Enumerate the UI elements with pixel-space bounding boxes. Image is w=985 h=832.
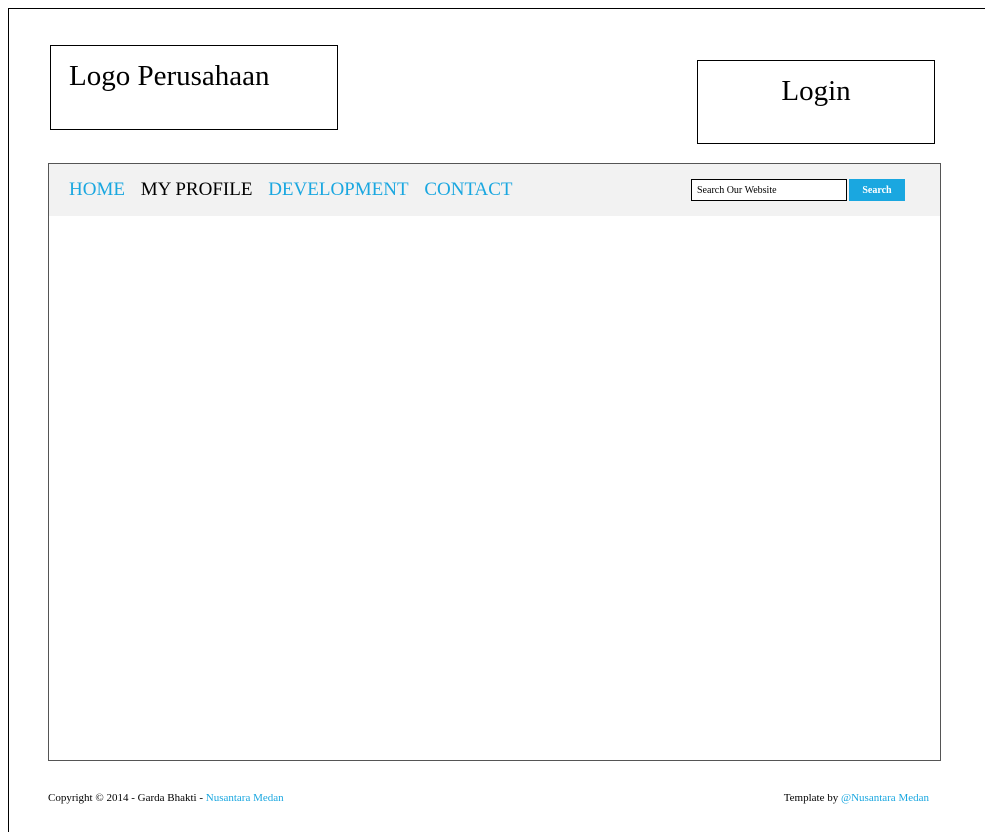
main-content-area bbox=[48, 216, 941, 761]
logo-text: Logo Perusahaan bbox=[69, 60, 270, 92]
nav-item-development[interactable]: DEVELOPMENT bbox=[268, 179, 408, 200]
company-logo[interactable]: Logo Perusahaan bbox=[50, 45, 338, 130]
footer-nusantara-link[interactable]: Nusantara Medan bbox=[206, 792, 284, 804]
footer-credit-text: Template by bbox=[783, 792, 841, 804]
search-input[interactable] bbox=[691, 179, 847, 201]
nav-item-home[interactable]: HOME bbox=[69, 179, 125, 200]
search-button[interactable]: Search bbox=[849, 179, 905, 201]
nav-item-contact[interactable]: CONTACT bbox=[424, 179, 512, 200]
footer-template-link[interactable]: @Nusantara Medan bbox=[841, 792, 929, 804]
footer-copyright-text: Copyright © 2014 - Garda Bhakti - bbox=[48, 792, 206, 804]
nav-item-my-profile[interactable]: MY PROFILE bbox=[141, 179, 253, 200]
footer-copyright: Copyright © 2014 - Garda Bhakti - Nusant… bbox=[48, 792, 284, 804]
login-label: Login bbox=[781, 75, 851, 107]
nav-links: HOME MY PROFILE DEVELOPMENT CONTACT bbox=[69, 179, 524, 201]
main-navbar: HOME MY PROFILE DEVELOPMENT CONTACT Sear… bbox=[48, 163, 941, 217]
footer-credit: Template by @Nusantara Medan bbox=[784, 792, 929, 804]
login-button[interactable]: Login bbox=[697, 60, 935, 144]
